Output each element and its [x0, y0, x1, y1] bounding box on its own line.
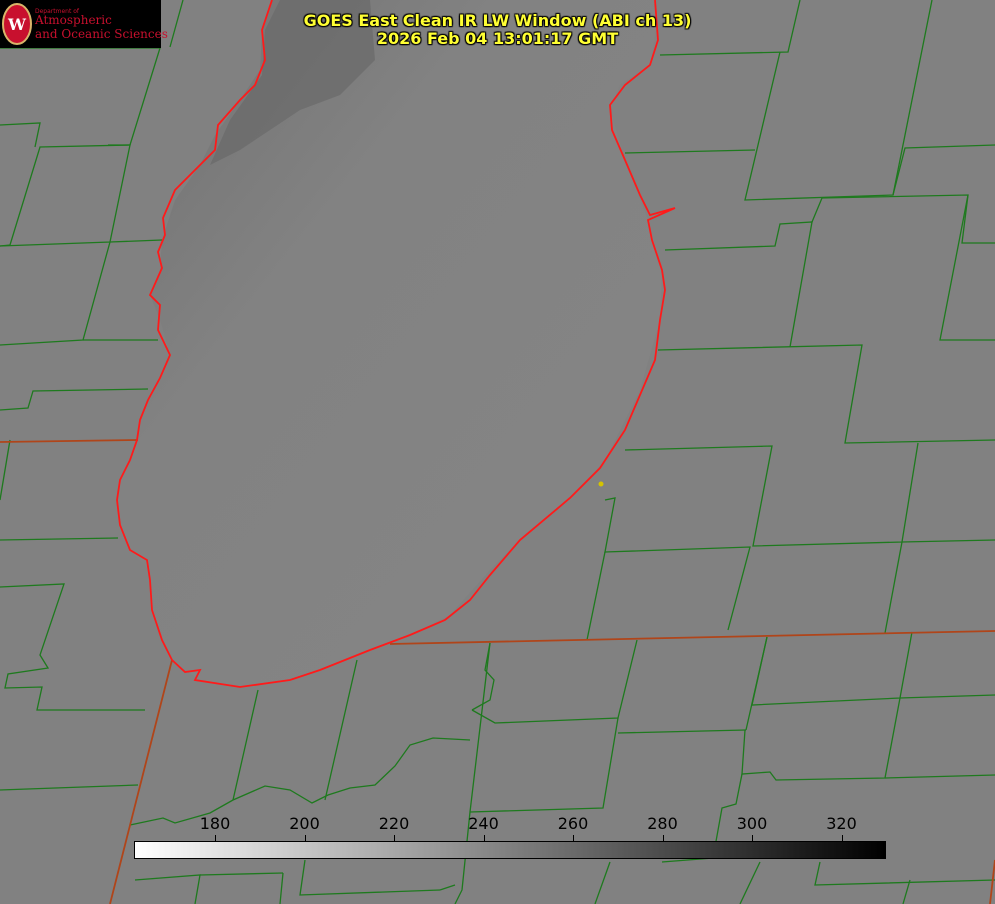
colorbar-tick-mark [394, 835, 395, 841]
colorbar-tick-label: 240 [468, 814, 499, 833]
colorbar-tick-label: 220 [378, 814, 410, 833]
colorbar-tick-label: 320 [826, 814, 857, 833]
temperature-colorbar [134, 841, 886, 859]
colorbar-tick-label: 180 [199, 814, 231, 833]
colorbar-tick-mark [483, 835, 485, 841]
colorbar-tick-mark [573, 835, 574, 841]
colorbar-tick-label: 300 [736, 814, 768, 833]
colorbar-tick-mark [841, 835, 843, 841]
location-marker [598, 481, 604, 487]
colorbar-tick-mark [304, 835, 306, 841]
satellite-image-viewer: W Department of Atmospheric and Oceanic … [0, 0, 995, 904]
colorbar-tick-label: 200 [289, 814, 320, 833]
colorbar-tick-mark [752, 835, 753, 841]
infrared-map [0, 0, 995, 904]
colorbar-tick-mark [215, 835, 216, 841]
image-title: GOES East Clean IR LW Window (ABI ch 13) [303, 11, 692, 30]
colorbar-tick-label: 280 [647, 814, 678, 833]
image-timestamp: 2026 Feb 04 13:01:17 GMT [376, 29, 619, 48]
colorbar-tick-label: 260 [557, 814, 589, 833]
colorbar-tick-mark [662, 835, 664, 841]
